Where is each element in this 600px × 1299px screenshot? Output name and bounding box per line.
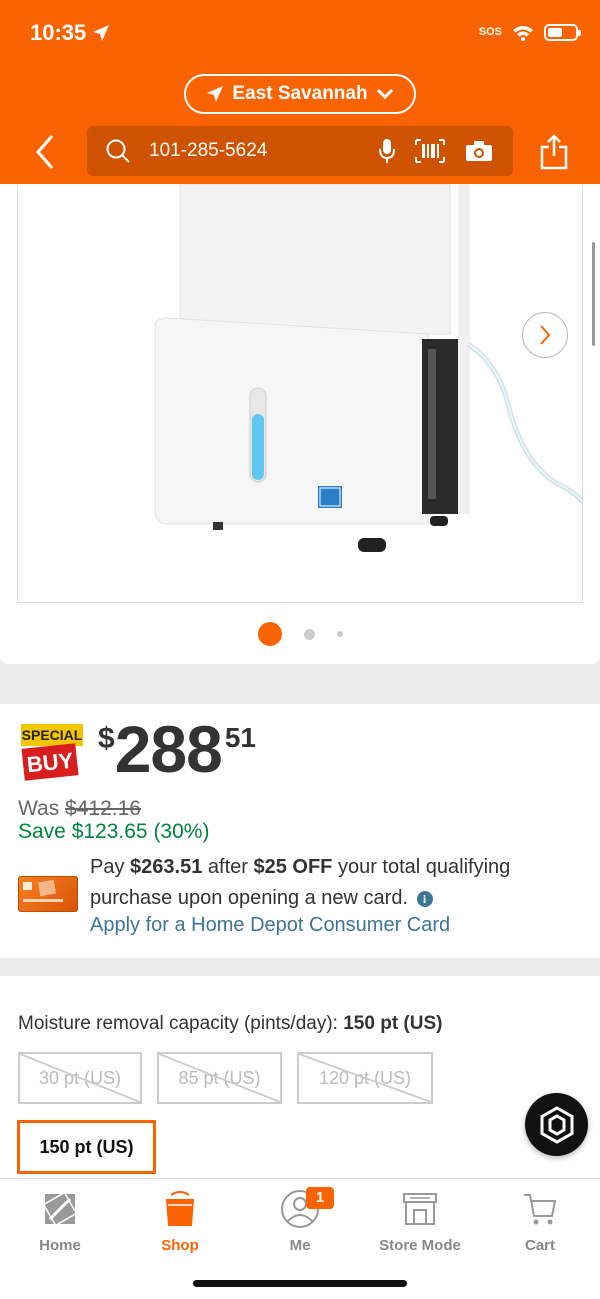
tab-home[interactable]: Home (0, 1179, 120, 1259)
option-30-pt[interactable]: 30 pt (US) (18, 1052, 142, 1104)
search-icon (106, 139, 130, 163)
tab-store-mode[interactable]: Store Mode (360, 1179, 480, 1259)
location-arrow-icon (93, 25, 110, 41)
sos-indicator: SOS (478, 26, 502, 38)
unavailable-strike (299, 1054, 431, 1102)
store-location-button[interactable]: East Savannah (184, 74, 416, 114)
battery-icon (544, 24, 581, 41)
price-currency: $ (98, 722, 115, 755)
badge-line2: BUY (26, 748, 75, 778)
pagination-dot[interactable] (336, 631, 343, 637)
notification-badge: 1 (306, 1187, 334, 1209)
offer-price: $263.51 (130, 856, 203, 878)
scroll-indicator (592, 242, 595, 346)
special-buy-badge: SPECIAL BUY (21, 724, 83, 781)
offer-mid: after (202, 856, 254, 878)
location-arrow-icon (207, 86, 224, 102)
offer-discount: $25 OFF (253, 856, 333, 878)
tab-me[interactable]: 1 Me (240, 1179, 360, 1259)
location-label: East Savannah (232, 83, 368, 104)
next-image-button[interactable] (522, 312, 568, 358)
tab-label: Me (289, 1237, 311, 1254)
product-image[interactable] (17, 184, 583, 603)
pagination-dot[interactable] (303, 628, 315, 640)
unavailable-strike (159, 1054, 280, 1102)
search-bar[interactable]: 101-285-5624 (87, 126, 513, 176)
status-bar-time: 10:35 (30, 20, 110, 46)
gallery-pagination (0, 622, 600, 646)
card-offer-text: Pay $263.51 after $25 OFF your total qua… (90, 852, 570, 914)
savings-text: Save $123.65 (30%) (18, 820, 210, 843)
option-selected-value: 150 pt (US) (343, 1013, 443, 1034)
time-text: 10:35 (30, 20, 87, 45)
price-dollars: 288 (114, 712, 223, 786)
home-depot-logo-icon (44, 1187, 76, 1231)
was-price: Was $412.16 (18, 797, 141, 821)
option-label: Moisture removal capacity (pints/day): 1… (18, 1013, 442, 1035)
chevron-right-icon (540, 325, 551, 345)
was-label: Was (18, 797, 60, 820)
tab-cart[interactable]: Cart (480, 1179, 600, 1259)
price-cents: 51 (224, 722, 256, 753)
badge-line1: SPECIAL (22, 727, 83, 743)
share-button[interactable] (540, 134, 568, 170)
back-button[interactable] (30, 132, 60, 172)
microphone-icon[interactable] (379, 138, 395, 164)
dehumidifier-image (154, 184, 582, 552)
option-label: 150 pt (US) (39, 1136, 134, 1157)
tab-label: Home (39, 1237, 81, 1254)
home-indicator (193, 1280, 407, 1287)
home-depot-card-logo (23, 879, 63, 902)
tab-shop[interactable]: Shop (120, 1179, 240, 1259)
chevron-left-icon (36, 135, 54, 169)
current-price: $ 288 51 (98, 716, 256, 782)
info-icon[interactable]: i (416, 891, 433, 907)
offer-prefix: Pay (90, 856, 131, 878)
pagination-dot-active[interactable] (257, 622, 282, 646)
chevron-down-icon (376, 88, 393, 100)
tab-label: Cart (524, 1237, 555, 1254)
bucket-icon (165, 1187, 195, 1231)
apply-card-link[interactable]: Apply for a Home Depot Consumer Card (90, 914, 450, 937)
option-120-pt[interactable]: 120 pt (US) (297, 1052, 433, 1104)
was-amount: $412.16 (65, 797, 141, 820)
tab-label: Shop (161, 1237, 199, 1254)
user-icon: 1 (280, 1187, 334, 1231)
cart-icon (522, 1187, 558, 1231)
option-label-text: Moisture removal capacity (pints/day): (18, 1013, 344, 1034)
wifi-icon (513, 25, 533, 41)
hexagon-chat-icon (540, 1105, 573, 1144)
camera-icon[interactable] (465, 140, 493, 162)
credit-card-image (18, 876, 78, 912)
store-icon (402, 1187, 438, 1231)
share-icon (540, 134, 568, 170)
search-input[interactable]: 101-285-5624 (149, 140, 379, 162)
unavailable-strike (20, 1054, 140, 1102)
status-bar-right: SOS (478, 24, 581, 41)
option-85-pt[interactable]: 85 pt (US) (157, 1052, 282, 1104)
barcode-scan-icon[interactable] (415, 139, 445, 163)
tab-label: Store Mode (379, 1237, 461, 1254)
app-header: 10:35 SOS East Savannah 101-285-5624 (0, 0, 600, 184)
product-gallery (0, 184, 600, 664)
option-150-pt[interactable]: 150 pt (US) (17, 1120, 156, 1174)
chat-assistant-button[interactable] (525, 1093, 588, 1156)
